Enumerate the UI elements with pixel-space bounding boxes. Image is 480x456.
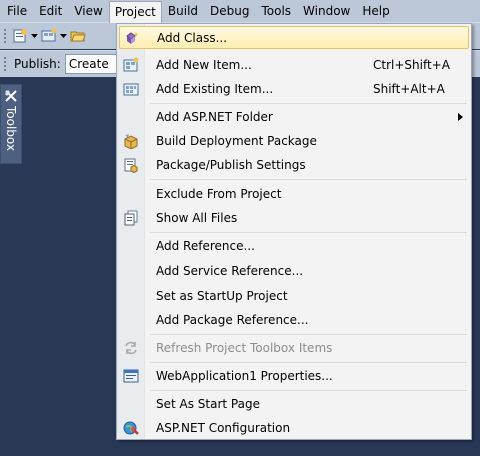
menu-item-label: Exclude From Project [156, 186, 282, 201]
menu-file[interactable]: File [1, 1, 33, 21]
menu-item-label: Show All Files [156, 210, 238, 225]
menu-item-aspnet-configuration[interactable]: ASP.NET Configuration [119, 416, 469, 439]
toolbar-grip[interactable] [3, 27, 7, 45]
project-menu: Add Class... Add New Item... Ctrl+Shift+… [116, 23, 472, 440]
aspnet-config-icon [121, 418, 141, 438]
menu-item-add-reference[interactable]: Add Reference... [119, 234, 469, 257]
menu-help[interactable]: Help [356, 1, 395, 21]
menu-item-label: Refresh Project Toolbox Items [156, 340, 333, 355]
menu-item-label: Build Deployment Package [156, 133, 317, 148]
toolbox-tab[interactable]: Toolbox [0, 84, 22, 164]
menu-separator [150, 362, 467, 363]
package-icon [121, 131, 141, 151]
submenu-arrow-icon [458, 113, 463, 121]
menu-item-add-package-reference[interactable]: Add Package Reference... [119, 308, 469, 331]
menu-bar: File Edit View Project Build Debug Tools… [0, 0, 480, 23]
refresh-icon [121, 338, 141, 358]
new-project-dropdown[interactable] [30, 26, 39, 46]
new-project-button[interactable] [10, 26, 30, 46]
menu-item-add-class[interactable]: Add Class... [119, 26, 469, 49]
chevron-down-icon [60, 34, 67, 38]
toolbar-grip[interactable] [3, 55, 7, 73]
menu-edit[interactable]: Edit [33, 1, 68, 21]
menu-item-add-new-item[interactable]: Add New Item... Ctrl+Shift+A [119, 53, 469, 76]
menu-item-label: WebApplication1 Properties... [156, 368, 333, 383]
folder-open-icon [70, 31, 86, 42]
menu-view[interactable]: View [68, 1, 108, 21]
menu-separator [150, 179, 467, 180]
toolbox-icon [5, 90, 17, 102]
menu-separator [150, 334, 467, 335]
menu-separator [150, 103, 467, 104]
menu-item-shortcut: Shift+Alt+A [373, 81, 445, 96]
add-class-icon [122, 29, 142, 49]
chevron-down-icon [31, 34, 38, 38]
menu-item-label: Set as StartUp Project [156, 288, 288, 303]
menu-item-add-existing-item[interactable]: Add Existing Item... Shift+Alt+A [119, 77, 469, 100]
menu-item-label: ASP.NET Configuration [156, 420, 291, 435]
menu-debug[interactable]: Debug [204, 1, 255, 21]
menu-item-refresh-toolbox-items: Refresh Project Toolbox Items [119, 336, 469, 359]
menu-item-label: Add ASP.NET Folder [156, 109, 273, 124]
publish-settings-icon [121, 155, 141, 175]
properties-icon [121, 366, 141, 386]
menu-item-package-publish-settings[interactable]: Package/Publish Settings [119, 153, 469, 176]
open-file-button[interactable] [68, 26, 88, 46]
menu-tools[interactable]: Tools [255, 1, 297, 21]
menu-project[interactable]: Project [108, 1, 162, 23]
menu-item-label: Add Existing Item... [156, 81, 274, 96]
menu-item-shortcut: Ctrl+Shift+A [373, 57, 450, 72]
menu-item-label: Add Package Reference... [156, 312, 309, 327]
menu-item-add-service-reference[interactable]: Add Service Reference... [119, 259, 469, 282]
menu-item-label: Add Reference... [156, 238, 255, 253]
menu-item-label: Package/Publish Settings [156, 157, 306, 172]
add-item-button[interactable] [39, 26, 59, 46]
menu-item-project-properties[interactable]: WebApplication1 Properties... [119, 364, 469, 387]
menu-separator [150, 232, 467, 233]
menu-item-label: Add New Item... [156, 57, 252, 72]
menu-item-label: Add Service Reference... [156, 263, 304, 278]
show-all-files-icon [121, 208, 141, 228]
add-item-icon [41, 28, 57, 42]
add-item-dropdown[interactable] [59, 26, 68, 46]
menu-item-show-all-files[interactable]: Show All Files [119, 206, 469, 229]
menu-item-add-aspnet-folder[interactable]: Add ASP.NET Folder [119, 105, 469, 128]
menu-item-exclude-from-project[interactable]: Exclude From Project [119, 182, 469, 205]
menu-item-label: Add Class... [157, 30, 228, 45]
menu-window[interactable]: Window [297, 1, 356, 21]
menu-item-set-startup-project[interactable]: Set as StartUp Project [119, 284, 469, 307]
menu-item-label: Set As Start Page [156, 396, 260, 411]
existing-item-icon [121, 79, 141, 99]
menu-build[interactable]: Build [162, 1, 204, 21]
menu-item-build-deployment-package[interactable]: Build Deployment Package [119, 129, 469, 152]
new-project-icon [13, 29, 27, 43]
toolbox-label: Toolbox [4, 106, 18, 151]
menu-separator [150, 390, 467, 391]
new-item-icon [121, 55, 141, 75]
menu-item-set-as-start-page[interactable]: Set As Start Page [119, 392, 469, 415]
publish-label: Publish: [14, 57, 61, 71]
